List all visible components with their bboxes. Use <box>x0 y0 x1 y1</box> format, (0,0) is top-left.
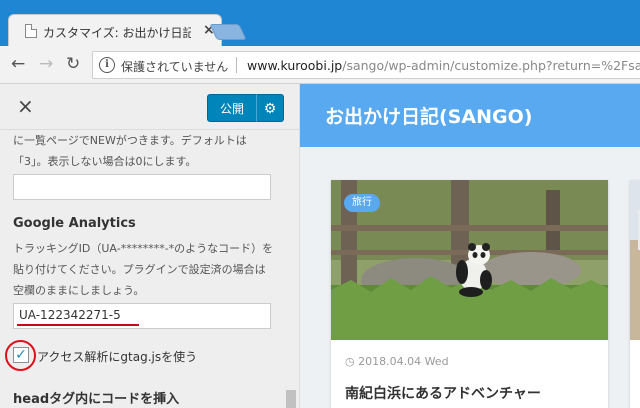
tab-title: カスタマイズ: お出かけ日記(S <box>43 26 191 40</box>
head-code-heading: headタグ内にコードを挿入 <box>13 392 180 407</box>
customizer-sidebar: × 公開 ⚙ に一覧ページでNEWがつきます。デフォルトは「3」。表示しない場合… <box>0 84 300 408</box>
ga-heading: Google Analytics <box>13 216 136 231</box>
sidebar-scrollbar[interactable] <box>286 390 296 408</box>
article-card[interactable]: 旅行 ◷ 2018.04.04 Wed 南紀白浜にあるアドベンチャー <box>331 180 608 408</box>
close-icon[interactable]: × <box>17 94 34 118</box>
post-title[interactable]: 南紀白浜にあるアドベンチャー <box>345 383 541 403</box>
address-divider <box>236 57 237 73</box>
browser-toolbar: ← → ↻ i 保護されていません www.kuroobi.jp/sango/w… <box>0 46 640 84</box>
category-badge[interactable]: 旅行 <box>344 194 380 212</box>
page-icon <box>25 24 37 38</box>
gtag-checkbox[interactable]: ✓ <box>13 347 29 363</box>
address-bar[interactable]: i 保護されていません www.kuroobi.jp/sango/wp-admi… <box>92 51 640 79</box>
article-card-partial[interactable] <box>630 180 640 408</box>
new-days-input[interactable] <box>13 174 271 200</box>
site-preview: お出かけ日記(SANGO) 旅行 ◷ 2018.04.04 Wed 南紀白浜にあ… <box>300 84 640 408</box>
url-text[interactable]: www.kuroobi.jp/sango/wp-admin/customize.… <box>247 58 640 73</box>
browser-tab[interactable]: カスタマイズ: お出かけ日記(S × <box>8 14 222 48</box>
site-header: お出かけ日記(SANGO) <box>300 84 640 147</box>
annotation-underline <box>17 324 139 326</box>
ga-tracking-id-input[interactable]: UA-122342271-5 <box>13 303 271 329</box>
new-badge-description: に一覧ページでNEWがつきます。デフォルトは「3」。表示しない場合は0にします。 <box>13 134 247 168</box>
ga-tracking-id-value: UA-122342271-5 <box>19 308 121 322</box>
gear-icon[interactable]: ⚙ <box>256 94 284 122</box>
url-path: /sango/wp-admin/customize.php?return=%2F… <box>342 58 640 73</box>
post-date: ◷ 2018.04.04 Wed <box>345 355 449 368</box>
security-status: 保護されていません <box>121 60 229 74</box>
url-host: www.kuroobi.jp <box>247 58 343 73</box>
info-icon[interactable]: i <box>99 57 115 73</box>
reload-icon[interactable]: ↻ <box>66 54 80 74</box>
publish-button[interactable]: 公開 <box>207 94 257 122</box>
browser-titlebar: カスタマイズ: お出かけ日記(S × <box>0 0 640 48</box>
forward-arrow-icon[interactable]: → <box>39 54 53 74</box>
partial-card-photo <box>630 180 640 340</box>
site-title[interactable]: お出かけ日記(SANGO) <box>325 102 532 129</box>
gtag-checkbox-label[interactable]: アクセス解析にgtag.jsを使う <box>37 348 197 365</box>
new-tab-button[interactable] <box>209 24 247 40</box>
back-arrow-icon[interactable]: ← <box>11 54 25 74</box>
customizer-header: × 公開 ⚙ <box>0 84 299 130</box>
ga-description: トラッキングID（UA-********-*のようなコード）を貼り付けてください… <box>13 242 274 297</box>
